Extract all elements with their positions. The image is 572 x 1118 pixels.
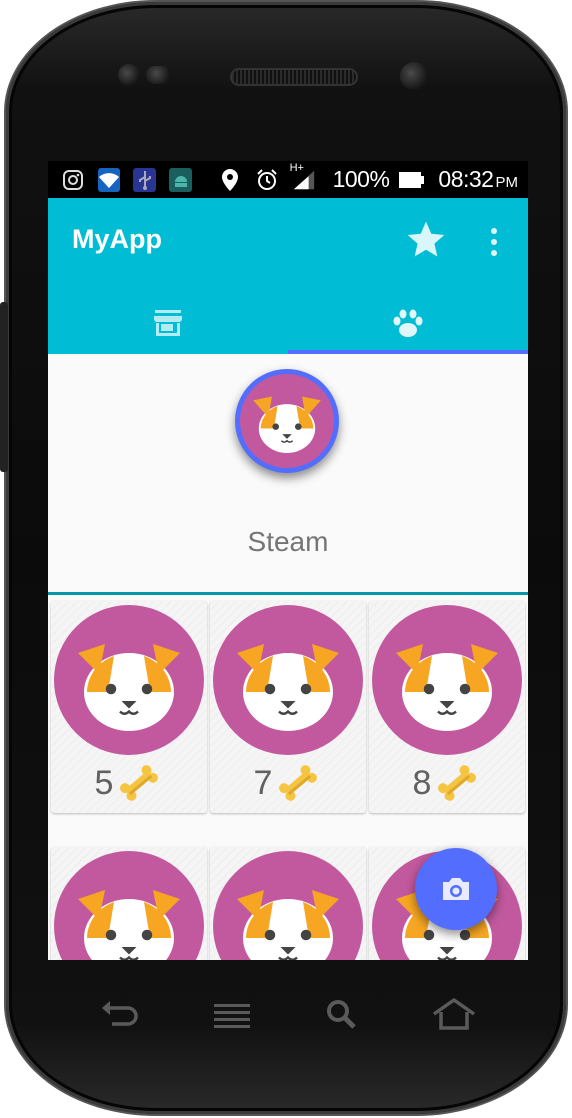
- proximity-sensor: [146, 66, 172, 84]
- bone-count: 5: [51, 759, 207, 807]
- menu-icon: [214, 1004, 250, 1028]
- android-icon: [169, 167, 192, 192]
- volume-button: [0, 302, 8, 472]
- search-icon: [327, 1000, 356, 1029]
- hardware-nav-keys: [48, 990, 528, 1040]
- star-icon: [407, 221, 445, 257]
- tab-store[interactable]: [48, 292, 288, 354]
- bone-count-value: 5: [94, 763, 114, 802]
- pet-card[interactable]: 7: [210, 601, 366, 813]
- clock-ampm: PM: [495, 174, 518, 191]
- battery-icon: [399, 168, 425, 192]
- search-key[interactable]: [320, 996, 364, 1032]
- dog-face-icon: [213, 605, 363, 755]
- dog-face-icon: [54, 851, 204, 960]
- bone-count: 7: [210, 759, 366, 807]
- app-bar: MyApp: [48, 198, 528, 354]
- home-icon: [432, 997, 476, 1030]
- app-screen: MyApp Steam 5 7 8: [48, 198, 528, 960]
- favorite-button[interactable]: [404, 218, 448, 262]
- profile-name: Steam: [247, 526, 329, 557]
- camera-fab[interactable]: [415, 848, 497, 930]
- profile-header: Steam: [48, 354, 528, 592]
- usb-icon: [133, 167, 157, 192]
- paw-icon: [393, 309, 423, 337]
- bone-icon: [279, 765, 318, 801]
- tab-pets[interactable]: [288, 292, 528, 354]
- profile-avatar[interactable]: [235, 369, 339, 473]
- pet-card[interactable]: 5: [51, 601, 207, 813]
- back-key[interactable]: [98, 996, 142, 1032]
- alarm-icon: [255, 168, 279, 192]
- dog-face-icon: [213, 851, 363, 960]
- location-icon: [219, 168, 242, 192]
- earpiece-speaker: [230, 68, 358, 86]
- more-vert-icon: [491, 228, 497, 256]
- pet-card[interactable]: 8: [369, 601, 525, 813]
- front-camera: [400, 62, 428, 90]
- wifi-icon: [97, 167, 121, 192]
- dog-face-icon: [54, 605, 204, 755]
- front-sensor: [118, 64, 140, 86]
- menu-key[interactable]: [210, 996, 254, 1032]
- clock-time: 08:32: [438, 166, 494, 192]
- status-bar: H+ 100% 08:32 PM: [48, 161, 528, 198]
- bone-count-value: 8: [412, 763, 432, 802]
- battery-percent: 100%: [332, 166, 390, 192]
- signal-hplus-icon: H+: [290, 162, 316, 192]
- home-key[interactable]: [432, 996, 476, 1032]
- pet-card[interactable]: [210, 847, 366, 960]
- bone-icon: [120, 765, 159, 801]
- dog-face-icon: [240, 374, 334, 468]
- network-type-label: H+: [289, 161, 304, 174]
- bone-icon: [438, 765, 477, 801]
- overflow-menu-button[interactable]: [480, 222, 508, 262]
- bone-count: 8: [369, 759, 525, 807]
- pet-card[interactable]: [51, 847, 207, 960]
- store-icon: [154, 310, 182, 336]
- back-icon: [102, 1001, 138, 1026]
- camera-icon: [443, 878, 469, 900]
- dog-face-icon: [372, 605, 522, 755]
- section-divider: [48, 592, 528, 595]
- bone-count-value: 7: [253, 763, 273, 802]
- instagram-icon: [62, 168, 85, 192]
- app-title: MyApp: [72, 224, 162, 254]
